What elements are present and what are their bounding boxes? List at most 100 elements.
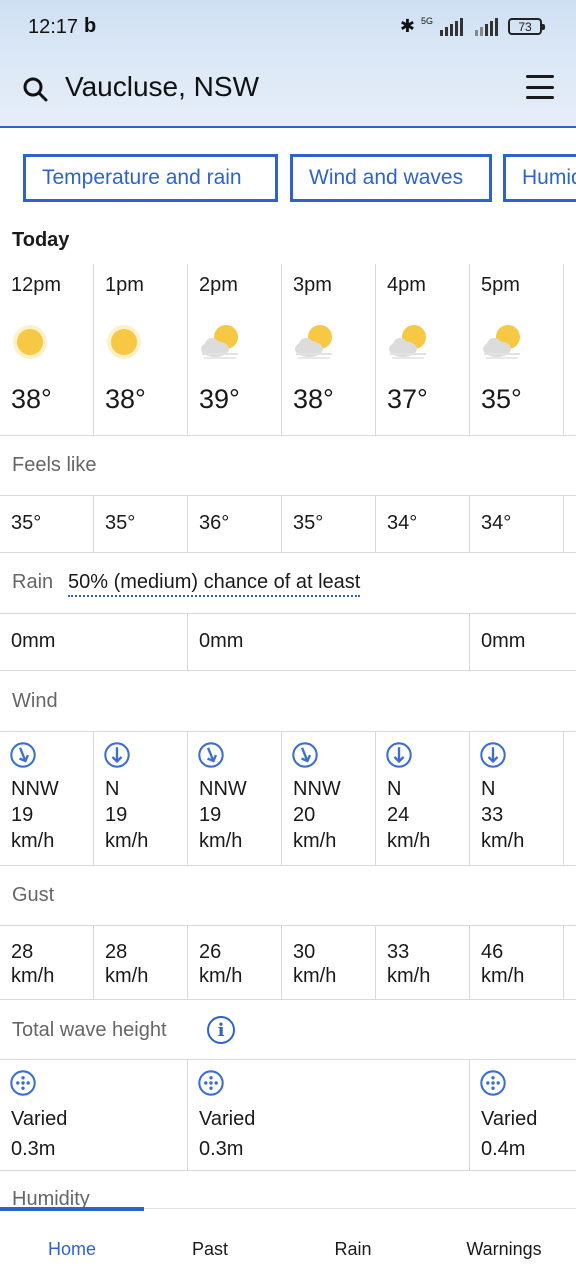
wind-direction-arrow-icon: [480, 742, 506, 768]
active-tab-indicator: [0, 1207, 144, 1211]
wind-direction: NNW: [293, 778, 341, 800]
tab-humidity[interactable]: Humidity: [503, 154, 576, 202]
rain-amount: 0mm: [11, 630, 56, 652]
wind-text: N 24 km/h: [387, 776, 430, 854]
gust-unit: km/h: [105, 965, 149, 987]
feels-like-value: 35°: [11, 512, 42, 534]
signal-icon-2: [475, 17, 498, 36]
wind-speed: 19: [11, 804, 34, 826]
wind-cell: N 24 km/h: [376, 732, 470, 865]
nav-past[interactable]: Past: [140, 1239, 280, 1260]
partly-cloudy-icon: [389, 325, 426, 359]
status-app-glyph: b: [84, 15, 97, 37]
wave-cell: Varied 0.4m: [470, 1060, 576, 1170]
nav-warnings[interactable]: Warnings: [432, 1239, 576, 1260]
network-type: 5G: [420, 15, 433, 26]
wave-direction: Varied: [11, 1108, 68, 1130]
tab-temperature-rain[interactable]: Temperature and rain: [23, 154, 278, 202]
partly-cloudy-icon: [483, 325, 520, 359]
wind-cell: N 19 km/h: [94, 732, 188, 865]
gust-text: 30 km/h: [293, 940, 336, 988]
wind-direction-arrow-icon: [386, 742, 412, 768]
wave-height-label: Total wave height: [12, 1019, 167, 1041]
gust-text: 33 km/h: [387, 940, 430, 988]
wind-text: N 19 km/h: [105, 776, 148, 854]
wind-cell: N 33 km/h: [470, 732, 564, 865]
signal-icon: [440, 17, 463, 36]
bluetooth-icon: ✱: [399, 16, 415, 36]
feels-cell: 35°: [282, 496, 376, 552]
wave-text: Varied 0.3m: [199, 1104, 255, 1164]
wind-unit: km/h: [387, 830, 431, 852]
gust-speed: 30: [293, 941, 316, 963]
gust-speed: 26: [199, 941, 222, 963]
wind-speed: 19: [199, 804, 222, 826]
gust-cell: 33 km/h: [376, 926, 470, 999]
wind-unit: km/h: [481, 830, 525, 852]
menu-icon[interactable]: [526, 75, 554, 99]
rain-chance-link[interactable]: 50% (medium) chance of at least: [68, 571, 361, 597]
bottom-navigation: Home Past Rain Warnings: [0, 1207, 576, 1280]
wind-speed: 19: [105, 804, 128, 826]
hour-cell: 1pm 38°: [94, 264, 188, 435]
divider: [0, 865, 576, 866]
wave-cell: Varied 0.3m: [0, 1060, 188, 1170]
divider: [0, 670, 576, 671]
hour-cell: 3pm 38°: [282, 264, 376, 435]
partly-cloudy-icon: [201, 325, 238, 359]
wind-speed: 33: [481, 804, 504, 826]
gust-cell: 28 km/h: [0, 926, 94, 999]
wind-text: NNW 19 km/h: [199, 776, 247, 854]
wind-text: NNW 19 km/h: [11, 776, 59, 854]
wind-label: Wind: [12, 690, 58, 712]
wind-direction-arrow-icon: [104, 742, 130, 768]
wind-text: N 33 km/h: [481, 776, 524, 854]
divider: [0, 1170, 576, 1171]
rain-cell: 0mm: [470, 614, 576, 670]
temperature: 37°: [387, 384, 428, 414]
feels-cell: 34°: [470, 496, 564, 552]
wind-direction-arrow-icon: [292, 742, 318, 768]
temperature: 38°: [105, 384, 146, 414]
view-tabs: Temperature and rain Wind and waves Humi…: [0, 154, 576, 202]
rain-cell: 0mm: [0, 614, 188, 670]
wave-direction-varied-icon: [10, 1070, 36, 1096]
gust-speed: 33: [387, 941, 410, 963]
wave-row: Varied 0.3m Varied 0.3m Varied 0.4m: [0, 1060, 576, 1170]
tab-wind-waves[interactable]: Wind and waves: [290, 154, 492, 202]
wave-direction: Varied: [481, 1108, 538, 1130]
gust-text: 26 km/h: [199, 940, 242, 988]
feels-like-value: 34°: [481, 512, 512, 534]
wind-unit: km/h: [293, 830, 337, 852]
nav-home[interactable]: Home: [0, 1239, 144, 1260]
nav-rain[interactable]: Rain: [283, 1239, 423, 1260]
gust-unit: km/h: [11, 965, 55, 987]
wind-direction: N: [387, 778, 402, 800]
feels-like-value: 35°: [105, 512, 136, 534]
wind-unit: km/h: [105, 830, 149, 852]
info-icon[interactable]: i: [207, 1016, 235, 1044]
location-title[interactable]: Vaucluse, NSW: [65, 71, 259, 103]
feels-cell: 36°: [188, 496, 282, 552]
wave-direction: Varied: [199, 1108, 256, 1130]
wind-direction-arrow-icon: [10, 742, 36, 768]
hour-cell: 5pm 35°: [470, 264, 564, 435]
partly-cloudy-icon: [295, 325, 332, 359]
temperature: 38°: [293, 384, 334, 414]
gust-text: 28 km/h: [105, 940, 148, 988]
wind-direction: NNW: [11, 778, 59, 800]
gust-text: 28 km/h: [11, 940, 54, 988]
battery-icon: 73: [508, 18, 545, 35]
search-icon[interactable]: [22, 76, 48, 102]
feels-like-row: 35° 35° 36° 35° 34° 34°: [0, 496, 576, 552]
wind-speed: 20: [293, 804, 316, 826]
status-time: 12:17: [28, 16, 79, 38]
wind-direction: N: [105, 778, 120, 800]
rain-amount: 0mm: [199, 630, 244, 652]
status-icons: ✱ 5G 73: [399, 15, 545, 37]
divider: [0, 435, 576, 436]
wind-direction: N: [481, 778, 496, 800]
wind-direction: NNW: [199, 778, 247, 800]
temperature: 38°: [11, 384, 52, 414]
gust-speed: 28: [105, 941, 128, 963]
